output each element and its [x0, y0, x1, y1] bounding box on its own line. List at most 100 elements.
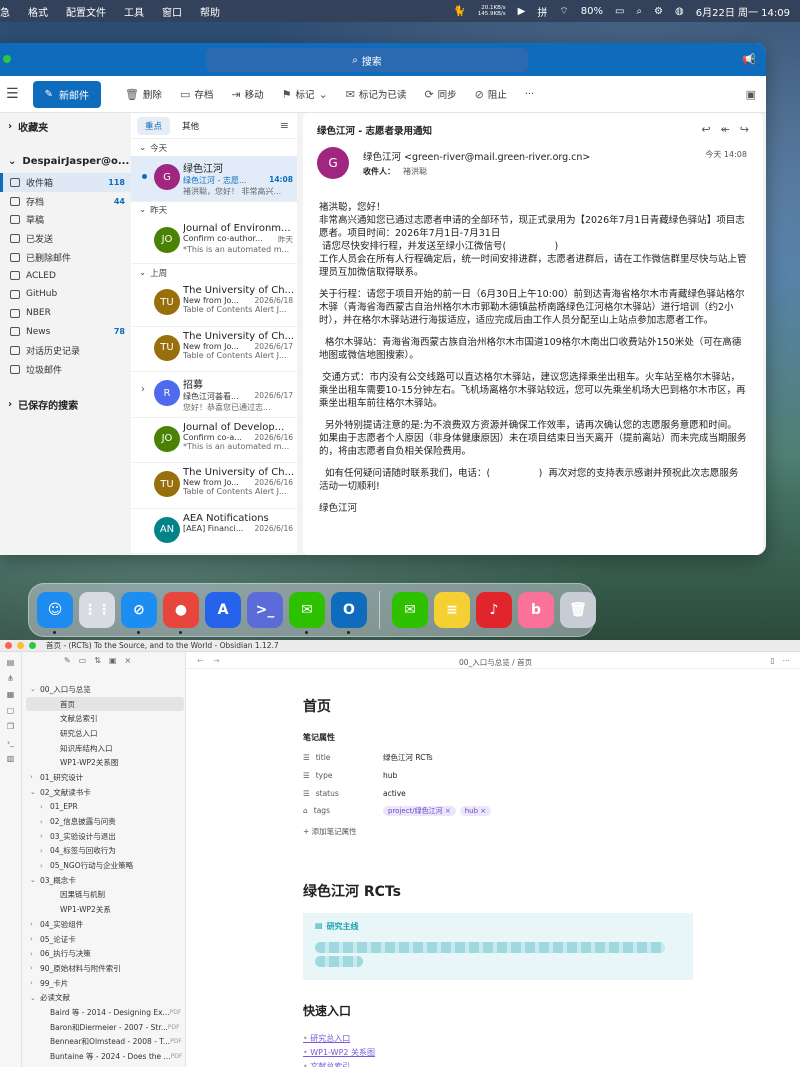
sync-button[interactable]: ⟳ 同步 [424, 87, 456, 102]
flag-button[interactable]: ⚑ 标记 ⌄ [282, 87, 328, 102]
dock-outlook-icon[interactable]: O [331, 592, 367, 634]
dock-notes-icon[interactable]: ≡ [434, 592, 470, 628]
file-tree-item[interactable]: Baird 等 - 2014 - Designing Ex... PDF [26, 1005, 184, 1020]
message-item[interactable]: JO Journal of Develop... Confirm co-a... 20… [131, 418, 297, 463]
battery-percent[interactable]: 80% [581, 6, 603, 17]
dock-launchpad-icon[interactable]: ⋮⋮ [79, 592, 115, 628]
folder-item[interactable]: 已删除邮件 [0, 248, 131, 267]
close-button[interactable] [5, 642, 12, 649]
canvas-icon[interactable]: ▦ [7, 690, 15, 699]
calendar-icon[interactable]: ▢ [7, 706, 15, 715]
file-tree-item[interactable]: 知识库结构入口 [26, 741, 184, 756]
folder-item[interactable]: ACLED [0, 266, 131, 285]
file-tree-item[interactable]: › 06_执行与决策 [26, 946, 184, 961]
folder-item[interactable]: News 78 [0, 323, 131, 342]
control-center-icon[interactable]: ⚙ [654, 6, 663, 17]
new-mail-button[interactable]: ✎ 新邮件 [32, 80, 101, 108]
breadcrumb[interactable]: 00_入口与总览 / 首页 [459, 657, 532, 668]
more-options-icon[interactable]: ⋯ [783, 656, 791, 665]
tag-pill[interactable]: hub × [459, 805, 492, 816]
megaphone-icon[interactable]: 📢 [742, 53, 756, 66]
file-tree-item[interactable]: Bennear和Olmstead - 2008 - T... PDF [26, 1035, 184, 1050]
terminal-icon[interactable]: ›_ [7, 738, 14, 747]
file-tree-item[interactable]: 因果链与机制 [26, 888, 184, 903]
collapse-icon[interactable]: ▣ [109, 656, 117, 665]
archive-button[interactable]: ▭ 存档 [180, 87, 213, 102]
sender-avatar[interactable]: G [317, 147, 349, 179]
folder-item[interactable]: GitHub [0, 285, 131, 304]
dock-chrome-icon[interactable]: ● [163, 592, 199, 634]
dock-finder-icon[interactable]: ☺ [37, 592, 73, 634]
property-row[interactable]: ⌂ tags project/绿色江河 × hub × [303, 802, 693, 820]
file-tree-item[interactable]: 文献总索引 [26, 711, 184, 726]
spotlight-icon[interactable]: ⌕ [636, 6, 642, 17]
menu-item[interactable]: 急 [0, 4, 10, 19]
block-button[interactable]: ⊘ 阻止 [475, 87, 507, 102]
close-icon[interactable]: × [125, 656, 132, 665]
file-tree-item[interactable]: ⌄ 02_文献读书卡 [26, 785, 184, 800]
folder-item[interactable]: 草稿 [0, 210, 131, 229]
dock-trash-icon[interactable]: 🗑 [560, 592, 596, 628]
dock-wechat-2-icon[interactable]: ✉ [392, 592, 428, 628]
property-row[interactable]: ☰ type hub [303, 767, 693, 785]
mark-read-button[interactable]: ✉ 标记为已读 [346, 87, 407, 102]
file-tree-item[interactable]: Buntaine 等 - 2024 - Does the ... PDF [26, 1049, 184, 1064]
cat-icon[interactable]: 🐈 [453, 6, 465, 17]
property-value[interactable]: hub [383, 771, 397, 780]
menu-item[interactable]: 配置文件 [66, 4, 106, 19]
message-group-header[interactable]: ⌄ 上周 [131, 264, 297, 281]
folder-item[interactable]: 垃圾邮件 [0, 360, 131, 379]
forward-icon[interactable]: ↪ [740, 123, 749, 137]
wifi-icon[interactable]: ⌔ [559, 5, 568, 18]
message-item[interactable]: AN AEA Notifications [AEA] Financi... 2026/… [131, 509, 297, 554]
file-tree-item[interactable]: › 90_原始材料与附件索引 [26, 961, 184, 976]
menu-item[interactable]: 工具 [124, 4, 144, 19]
back-icon[interactable]: ← [197, 656, 203, 665]
message-item[interactable]: TU The University of Ch... New from Jo... 2… [131, 281, 297, 327]
file-tree-item[interactable]: › 03_实验设计与退出 [26, 829, 184, 844]
delete-button[interactable]: 🗑 删除 [125, 87, 162, 102]
file-tree-item[interactable]: ⌄ 必读文献 [26, 990, 184, 1005]
file-tree-item[interactable]: › 04_实验组件 [26, 917, 184, 932]
dock-bilibili-icon[interactable]: b [518, 592, 554, 628]
message-item[interactable]: G 绿色江河 绿色江河 - 志愿... 14:08 褚洪聪，您好！ 非常高兴... [131, 156, 297, 202]
dock-terminal-icon[interactable]: >_ [247, 592, 283, 628]
chevron-down-icon[interactable]: ⌄ [318, 88, 327, 101]
reply-icon[interactable]: ↩ [701, 123, 710, 137]
menu-item[interactable]: 帮助 [200, 4, 220, 19]
property-row[interactable]: ☰ status active [303, 784, 693, 802]
account-header[interactable]: ⌄ DespairJasper@o... [0, 150, 131, 173]
message-item[interactable]: TU The University of Ch... New from Jo... 2… [131, 327, 297, 372]
minimize-button[interactable] [17, 642, 24, 649]
template-icon[interactable]: ▥ [7, 754, 15, 763]
tab-other[interactable]: 其他 [174, 117, 207, 135]
favorites-header[interactable]: › 收藏夹 [0, 113, 131, 140]
tag-pill[interactable]: project/绿色江河 × [383, 805, 456, 816]
property-row[interactable]: ☰ title 绿色江河 RCTs [303, 749, 693, 767]
file-tree-item[interactable]: Baron和Diermeier - 2007 - Str... PDF [26, 1020, 184, 1035]
play-icon[interactable]: ▶ [518, 6, 526, 17]
dock-arc-icon[interactable]: A [205, 592, 241, 628]
folder-item[interactable]: NBER [0, 304, 131, 323]
menu-icon[interactable]: ☰ [6, 86, 19, 102]
file-tree-item[interactable]: 首页 [26, 696, 184, 712]
new-folder-icon[interactable]: ▭ [79, 656, 87, 665]
saved-search-header[interactable]: › 已保存的搜索 [0, 391, 131, 418]
file-tree-item[interactable]: › 99_卡片 [26, 976, 184, 991]
message-item[interactable]: › R 招募 绿色江河荟看... 2026/6/17 您好！恭喜您已通过志... [131, 372, 297, 418]
new-note-icon[interactable]: ✎ [64, 656, 71, 665]
file-tree-item[interactable]: ⌄ 00_入口与总览 [26, 682, 184, 697]
expand-thread-icon[interactable]: › [141, 384, 145, 395]
panel-toggle-icon[interactable]: ▣ [746, 88, 756, 101]
file-tree-item[interactable]: › 02_信息披露与问责 [26, 814, 184, 829]
message-group-header[interactable]: ⌄ 今天 [131, 139, 297, 156]
menu-item[interactable]: 窗口 [162, 4, 182, 19]
forward-icon[interactable]: → [213, 656, 219, 665]
input-method-icon[interactable]: 拼 [537, 4, 547, 19]
dock-wechat-icon[interactable]: ✉ [289, 592, 325, 634]
property-value[interactable]: project/绿色江河 × hub × [383, 805, 495, 816]
file-tree-item[interactable]: WP1-WP2关系 [26, 902, 184, 917]
property-value[interactable]: 绿色江河 RCTs [383, 752, 433, 763]
filter-icon[interactable]: ≡ [280, 119, 289, 132]
file-tree-item[interactable]: ⌄ 03_概念卡 [26, 873, 184, 888]
